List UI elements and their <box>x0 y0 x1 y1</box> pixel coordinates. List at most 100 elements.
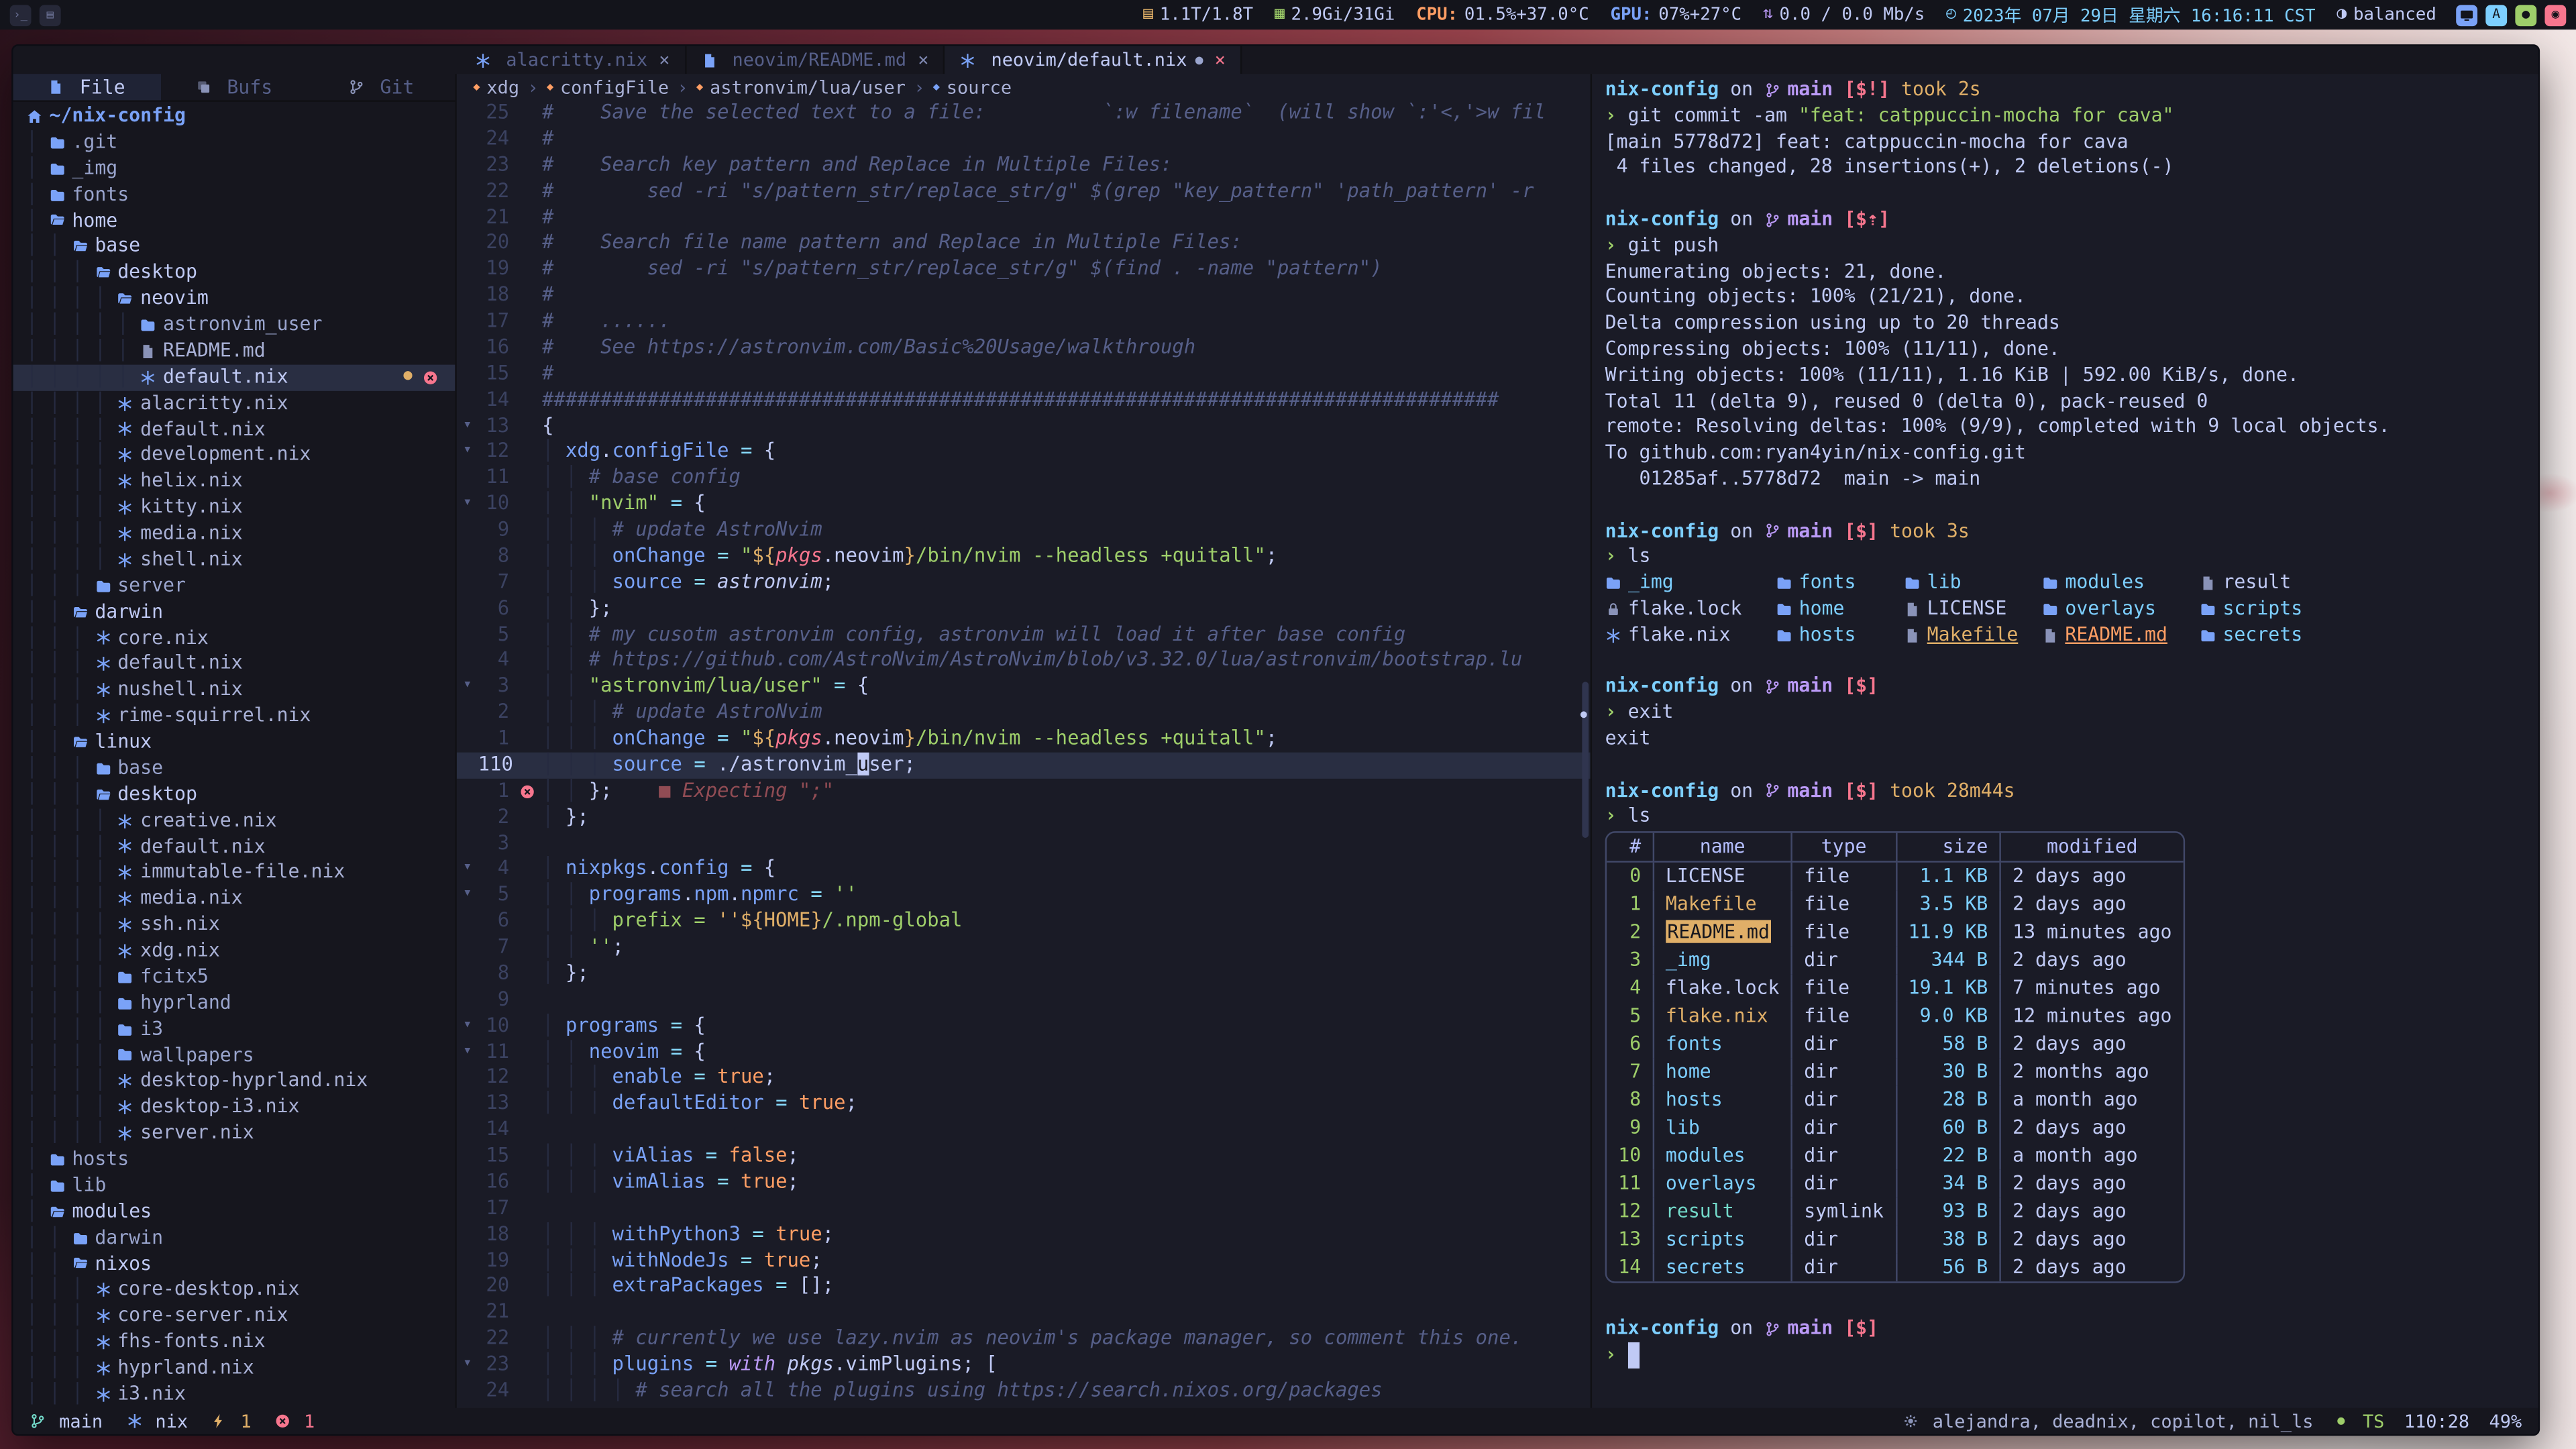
folder-icon <box>72 1230 88 1246</box>
editor-scrollbar[interactable] <box>1582 682 1589 838</box>
tree-item-development.nix[interactable]: │ │ │ │ development.nix <box>13 443 455 469</box>
token: '' <box>589 934 612 957</box>
nix-icon <box>95 656 111 672</box>
tree-item-label: fhs-fonts.nix <box>117 1330 265 1356</box>
tree-item-darwin[interactable]: │ │ darwin <box>13 599 455 625</box>
tree-item-home[interactable]: │ home <box>13 208 455 234</box>
files-taskbar-icon[interactable]: ▤ <box>40 4 61 25</box>
editor-line: 1│ │ }; ■ Expecting ";" <box>457 778 1591 804</box>
fold-indicator[interactable]: ▾ <box>457 1039 478 1065</box>
neotree-tab-git[interactable]: Git <box>308 74 455 100</box>
fold-indicator <box>457 361 478 387</box>
volume-icon[interactable]: ● <box>2515 4 2536 25</box>
folder-icon <box>117 995 133 1011</box>
sign-column <box>519 570 542 596</box>
breadcrumb-item[interactable]: ◆configFile <box>547 76 669 98</box>
tree-item-nixos[interactable]: │ │ nixos <box>13 1251 455 1277</box>
neotree-tab-bufs[interactable]: Bufs <box>160 74 308 100</box>
table-cell: 38 B <box>1896 1226 2000 1254</box>
close-icon[interactable]: × <box>659 49 669 70</box>
tree-item-desktop-i3.nix[interactable]: │ │ │ │ desktop-i3.nix <box>13 1095 455 1121</box>
fold-indicator[interactable]: ▾ <box>457 1013 478 1039</box>
tree-item-core.nix[interactable]: │ │ │ core.nix <box>13 625 455 651</box>
tree-item-README.md[interactable]: │ │ │ │ │ README.md <box>13 338 455 364</box>
tree-item-i3.nix[interactable]: │ │ │ i3.nix <box>13 1381 455 1407</box>
tree-item-.git[interactable]: │ .git <box>13 129 455 156</box>
buffer-tab[interactable]: neovim/README.md× <box>686 46 945 74</box>
tree-item-nushell.nix[interactable]: │ │ │ nushell.nix <box>13 678 455 704</box>
fold-indicator[interactable]: ▾ <box>457 439 478 466</box>
display-settings-icon[interactable] <box>2456 4 2477 25</box>
tree-item-default.nix[interactable]: │ │ │ │ default.nix <box>13 417 455 443</box>
diagnostics-error[interactable]: 1 <box>274 1410 315 1432</box>
git-branch-segment[interactable]: main <box>30 1410 103 1432</box>
neotree-tab-file[interactable]: File <box>13 74 161 100</box>
fold-indicator[interactable]: ▾ <box>457 413 478 439</box>
tree-item-neovim[interactable]: │ │ │ │ neovim <box>13 286 455 312</box>
tree-item-core-server.nix[interactable]: │ │ │ core-server.nix <box>13 1303 455 1330</box>
buffer-tab[interactable]: neovim/default.nix●× <box>945 46 1242 74</box>
tree-item-i3[interactable]: │ │ │ │ i3 <box>13 1016 455 1042</box>
tree-item-fcitx5[interactable]: │ │ │ │ fcitx5 <box>13 964 455 990</box>
diagnostics-warning[interactable]: 1 <box>211 1410 251 1432</box>
tree-item-darwin[interactable]: │ │ darwin <box>13 1225 455 1251</box>
tree-item-~/nix-config[interactable]: ~/nix-config <box>13 103 455 129</box>
tree-item-default.nix[interactable]: │ │ │ default.nix <box>13 651 455 678</box>
tree-item-server[interactable]: │ │ │ server <box>13 573 455 599</box>
tree-item-linux[interactable]: │ │ linux <box>13 729 455 755</box>
tree-item-default.nix[interactable]: │ │ │ │ │ default.nix● <box>13 364 455 390</box>
terminal-pane[interactable]: nix-config on main [$!] took 2s› git com… <box>1591 74 2538 1408</box>
tree-item-astronvim_user[interactable]: │ │ │ │ │ astronvim_user <box>13 312 455 338</box>
tree-item-shell.nix[interactable]: │ │ │ │ shell.nix <box>13 547 455 573</box>
tree-item-desktop-hyprland.nix[interactable]: │ │ │ │ desktop-hyprland.nix <box>13 1069 455 1095</box>
tree-item-alacritty.nix[interactable]: │ │ │ │ alacritty.nix <box>13 390 455 417</box>
indent-guides: │ │ <box>26 1251 72 1277</box>
tree-item-hosts[interactable]: │ hosts <box>13 1146 455 1173</box>
folder-icon <box>49 186 65 203</box>
tree-item-server.nix[interactable]: │ │ │ │ server.nix <box>13 1121 455 1147</box>
fold-indicator[interactable]: ▾ <box>457 857 478 883</box>
tree-item-media.nix[interactable]: │ │ │ │ media.nix <box>13 886 455 912</box>
close-icon[interactable]: × <box>1215 49 1226 70</box>
nix-icon <box>475 52 491 68</box>
tree-item-modules[interactable]: │ modules <box>13 1199 455 1225</box>
breadcrumb-item[interactable]: ◆xdg <box>473 76 519 98</box>
breadcrumb-item[interactable]: ◆source <box>933 76 1012 98</box>
tree-item-hyprland.nix[interactable]: │ │ │ hyprland.nix <box>13 1355 455 1381</box>
tree-item-_img[interactable]: │ _img <box>13 156 455 182</box>
power-icon[interactable]: ◉ <box>2544 4 2566 25</box>
buffer-tab[interactable]: alacritty.nix× <box>460 46 686 74</box>
token: took 28m44s <box>1890 778 2015 804</box>
tree-item-fhs-fonts.nix[interactable]: │ │ │ fhs-fonts.nix <box>13 1330 455 1356</box>
tree-item-core-desktop.nix[interactable]: │ │ │ core-desktop.nix <box>13 1277 455 1303</box>
tree-item-media.nix[interactable]: │ │ │ │ media.nix <box>13 521 455 547</box>
tree-item-hyprland[interactable]: │ │ │ │ hyprland <box>13 990 455 1016</box>
tree-item-base[interactable]: │ │ │ base <box>13 755 455 782</box>
tree-item-xdg.nix[interactable]: │ │ │ │ xdg.nix <box>13 938 455 964</box>
tree-item-ssh.nix[interactable]: │ │ │ │ ssh.nix <box>13 912 455 938</box>
tree-item-default.nix[interactable]: │ │ │ │ default.nix <box>13 834 455 860</box>
tree-item-fonts[interactable]: │ fonts <box>13 182 455 208</box>
tree-item-base[interactable]: │ │ base <box>13 234 455 260</box>
line-number: 6 <box>478 909 519 935</box>
tree-item-immutable-file.nix[interactable]: │ │ │ │ immutable-file.nix <box>13 860 455 886</box>
tree-item-lib[interactable]: │ lib <box>13 1173 455 1199</box>
tree-item-kitty.nix[interactable]: │ │ │ │ kitty.nix <box>13 494 455 521</box>
tree-item-helix.nix[interactable]: │ │ │ │ helix.nix <box>13 469 455 495</box>
input-method-icon[interactable]: A <box>2485 4 2507 25</box>
tree-item-creative.nix[interactable]: │ │ │ │ creative.nix <box>13 808 455 834</box>
breadcrumb-item[interactable]: ◆astronvim/lua/user <box>696 76 906 98</box>
tree-item-desktop[interactable]: │ │ │ desktop <box>13 260 455 286</box>
fold-indicator[interactable]: ▾ <box>457 1352 478 1379</box>
fold-indicator[interactable]: ▾ <box>457 883 478 909</box>
tree-item-rime-squirrel.nix[interactable]: │ │ │ rime-squirrel.nix <box>13 703 455 729</box>
tree-item-wallpapers[interactable]: │ │ │ │ wallpapers <box>13 1042 455 1069</box>
table-cell: 2 days ago <box>2000 947 2184 975</box>
tree-item-desktop[interactable]: │ │ │ desktop <box>13 782 455 808</box>
close-icon[interactable]: × <box>918 49 928 70</box>
alacritty-taskbar-icon[interactable]: ›_ <box>10 4 32 25</box>
editor-line: 21 <box>457 1300 1591 1326</box>
fold-indicator[interactable]: ▾ <box>457 674 478 700</box>
editor-pane[interactable]: ◆xdg›◆configFile›◆astronvim/lua/user›◆so… <box>457 74 1591 1408</box>
fold-indicator[interactable]: ▾ <box>457 492 478 518</box>
